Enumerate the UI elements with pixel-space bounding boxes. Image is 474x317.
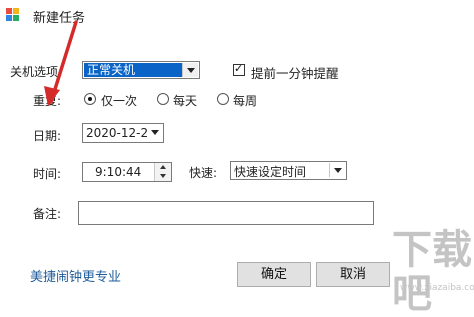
annotation-arrow-icon — [44, 20, 78, 106]
